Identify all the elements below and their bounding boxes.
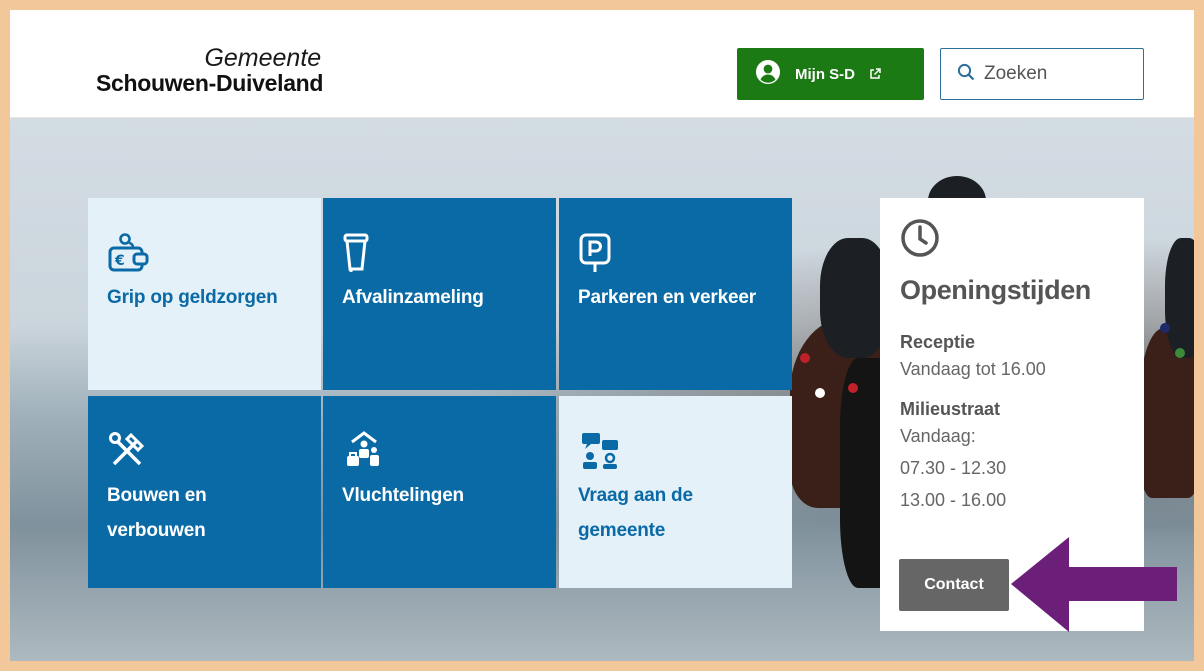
opening-hours-title: Openingstijden: [900, 275, 1091, 305]
wallet-euro-icon: €: [107, 232, 302, 272]
parking-sign-icon: [578, 232, 773, 272]
logo-line-1: Gemeente: [204, 44, 322, 72]
browser-viewport: Gemeente Schouwen-Duiveland Mijn S-D Zoe…: [10, 10, 1194, 661]
external-link-icon: [869, 68, 881, 80]
search-box[interactable]: Zoeken: [940, 48, 1144, 100]
hammer-wrench-icon: [107, 430, 302, 470]
tile-label: Grip op geldzorgen: [107, 287, 278, 308]
user-circle-icon: [755, 59, 781, 90]
search-placeholder: Zoeken: [984, 63, 1048, 84]
mijn-sd-label: Mijn S-D: [795, 65, 855, 83]
contact-button[interactable]: Contact: [899, 559, 1009, 611]
clock-icon: [900, 218, 1124, 263]
tile-label-line-2: gemeente: [578, 520, 666, 541]
reception-time: Vandaag tot 16.00: [900, 359, 1046, 379]
logo-line-2: Schouwen-Duiveland: [96, 70, 324, 96]
tile-label: Vluchtelingen: [342, 485, 464, 506]
mijn-sd-button[interactable]: Mijn S-D: [737, 48, 924, 100]
annotation-arrow-icon: [1011, 537, 1177, 632]
tile-label-line-2: verbouwen: [107, 520, 206, 541]
tile-afvalinzameling[interactable]: Afvalinzameling: [323, 198, 556, 390]
refugee-family-icon: [342, 430, 537, 470]
search-icon: [957, 63, 975, 86]
reception-label: Receptie: [900, 332, 976, 352]
municipality-logo[interactable]: Gemeente Schouwen-Duiveland: [96, 46, 323, 95]
trash-bin-icon: [342, 232, 537, 272]
site-header: Gemeente Schouwen-Duiveland Mijn S-D Zoe…: [10, 10, 1194, 118]
milieustraat-time-1: 07.30 - 12.30: [900, 458, 1007, 478]
milieustraat-label: Milieustraat: [900, 399, 1001, 419]
tile-grip-op-geldzorgen[interactable]: € Grip op geldzorgen: [88, 198, 321, 390]
tile-vluchtelingen[interactable]: Vluchtelingen: [323, 396, 556, 588]
tile-vraag-aan-de-gemeente[interactable]: Vraag aan de gemeente: [559, 396, 792, 588]
tile-bouwen-en-verbouwen[interactable]: Bouwen en verbouwen: [88, 396, 321, 588]
tile-label: Parkeren en verkeer: [578, 287, 756, 308]
svg-text:€: €: [114, 253, 125, 269]
tile-label-line-1: Vraag aan de: [578, 485, 693, 506]
tile-label: Afvalinzameling: [342, 287, 484, 308]
milieustraat-time-2: 13.00 - 16.00: [900, 490, 1007, 510]
tile-label-line-1: Bouwen en: [107, 485, 207, 506]
milieustraat-today: Vandaag:: [900, 426, 976, 446]
chat-people-icon: [578, 430, 773, 470]
tile-parkeren-en-verkeer[interactable]: Parkeren en verkeer: [559, 198, 792, 390]
